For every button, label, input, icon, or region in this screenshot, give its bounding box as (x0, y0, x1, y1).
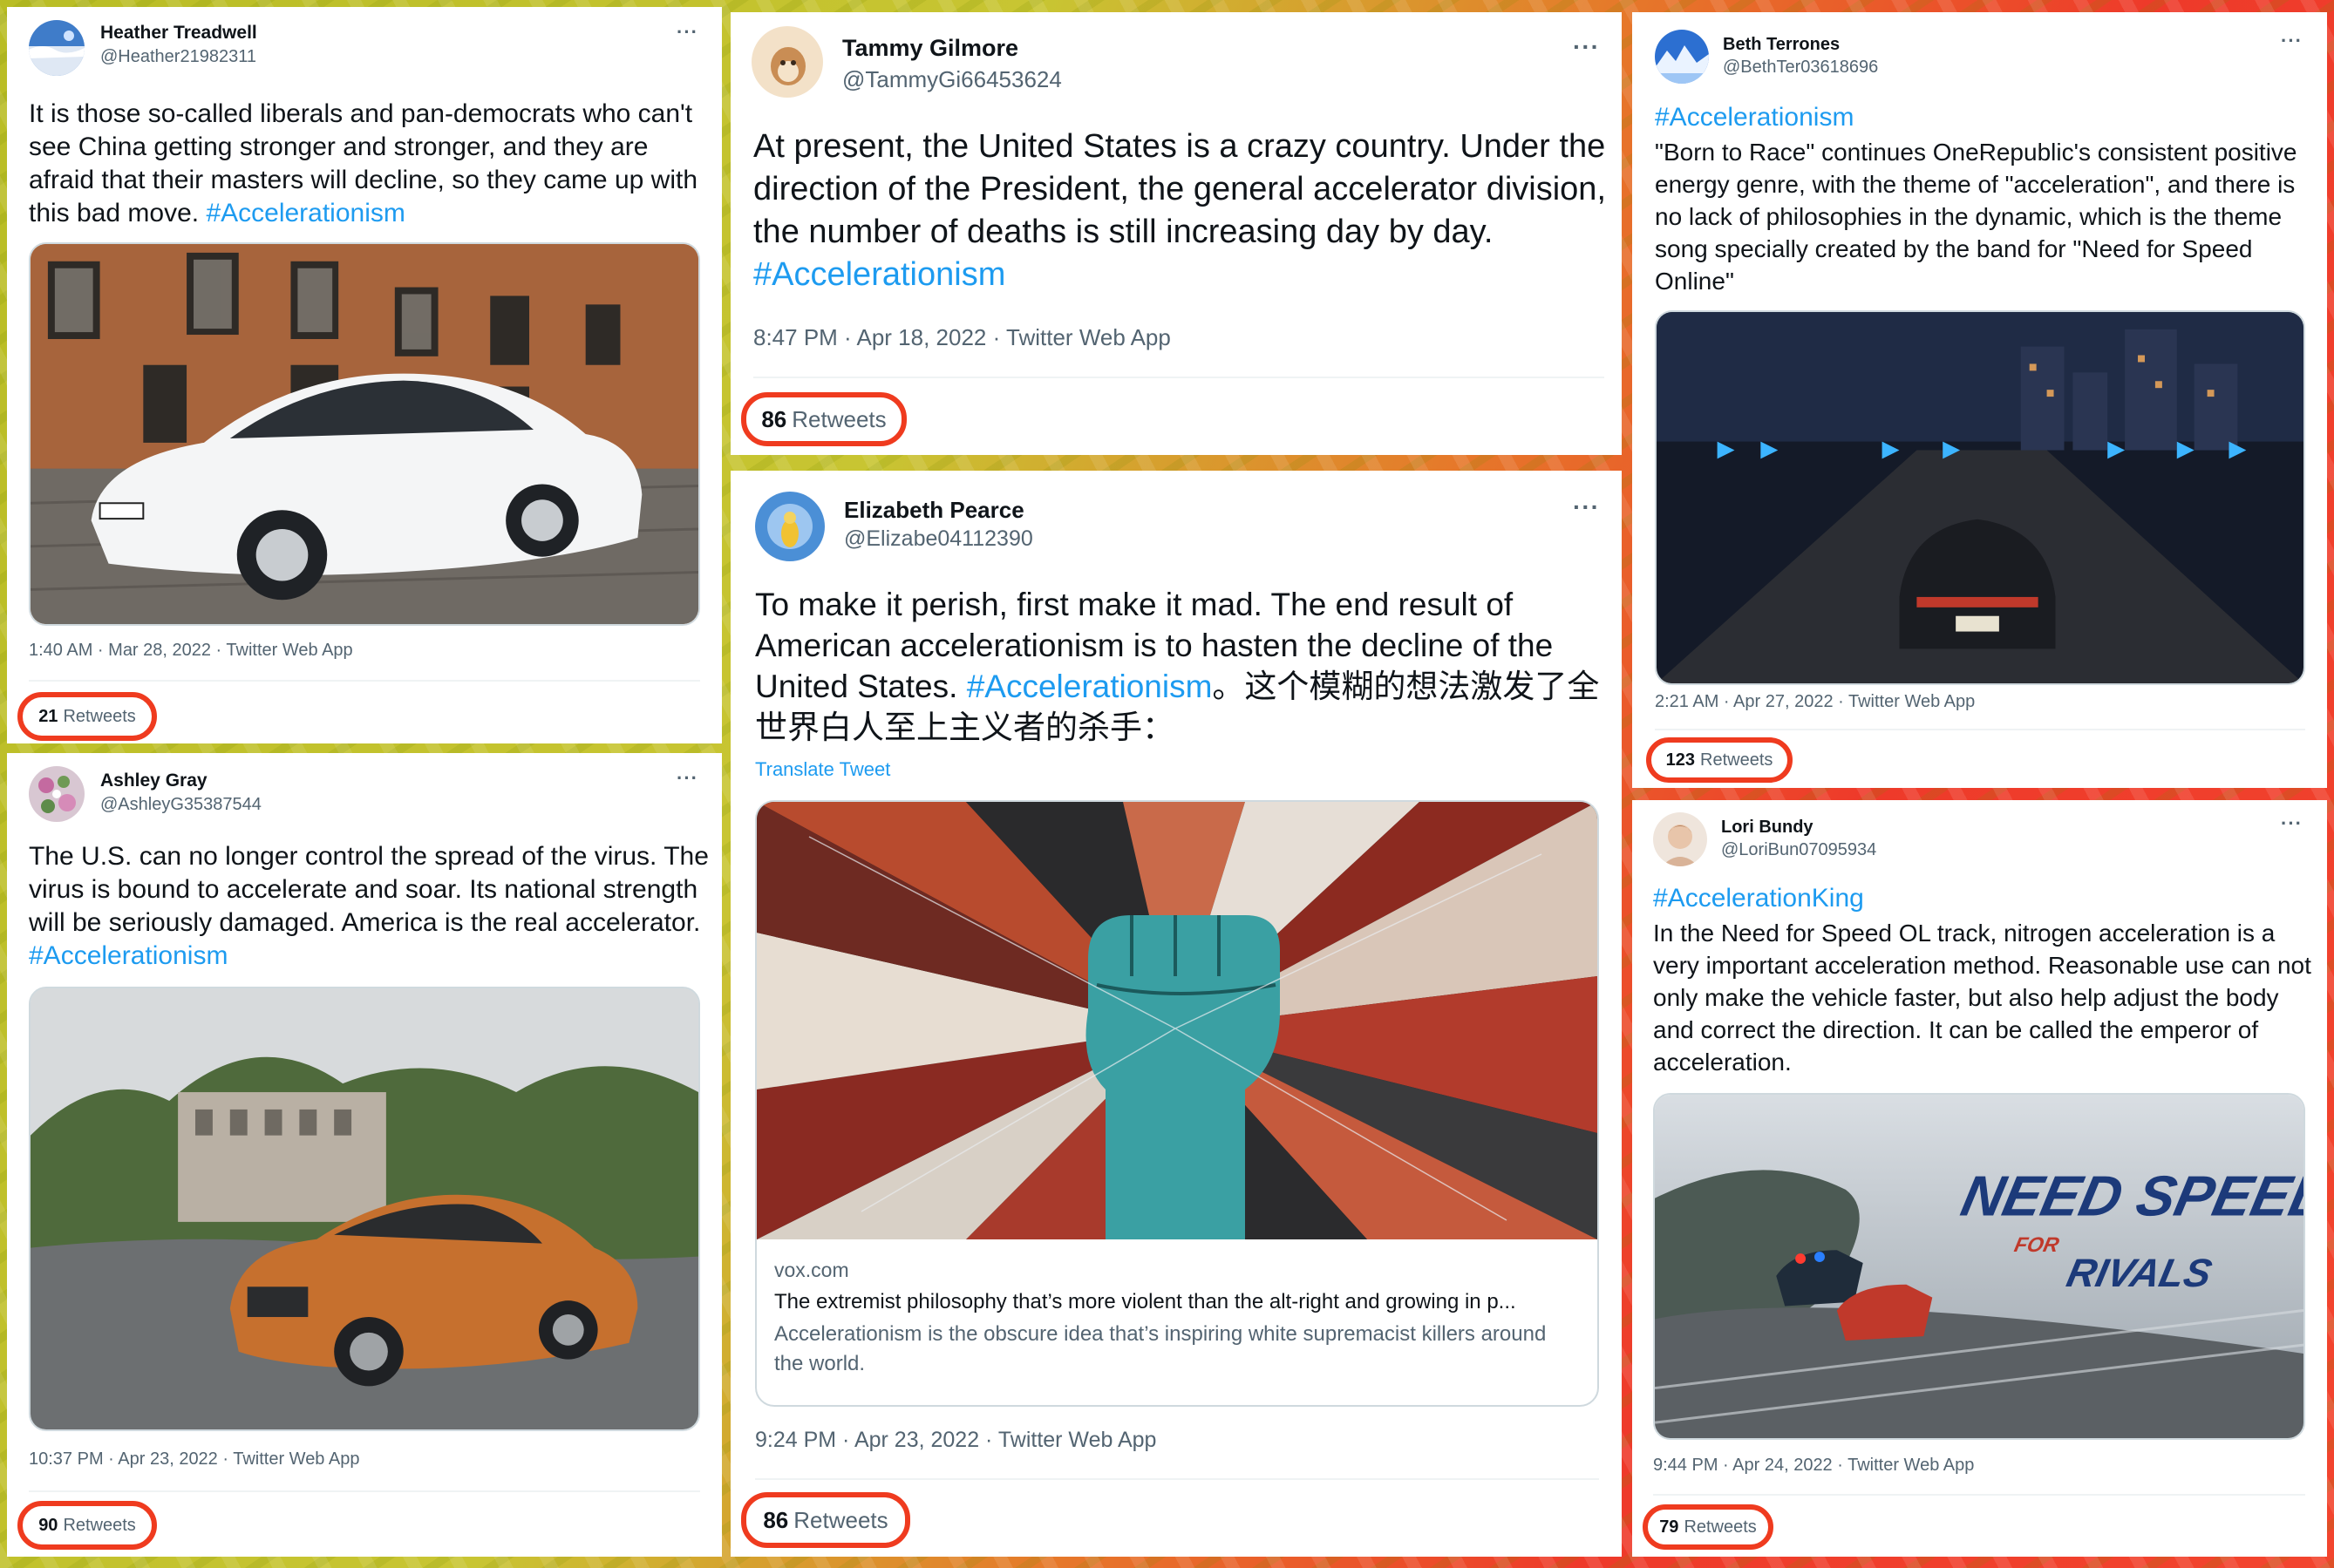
retweets-number: 21 (38, 706, 58, 726)
hashtag-link[interactable]: #Accelerationism (1655, 103, 1854, 132)
display-name[interactable]: Elizabeth Pearce (844, 497, 1024, 524)
divider (755, 1478, 1599, 1480)
tweet-text: At present, the United States is a crazy… (753, 126, 1608, 296)
retweets-label: Retweets (63, 1515, 136, 1535)
hashtag-link[interactable]: #AccelerationKing (1653, 884, 1864, 913)
hashtag-link[interactable]: #Accelerationism (753, 256, 1005, 293)
more-options-icon[interactable]: ··· (2281, 30, 2303, 52)
retweets-count[interactable]: 21 Retweets (17, 692, 157, 741)
more-options-icon[interactable]: ··· (677, 767, 698, 790)
divider (1655, 729, 2305, 730)
link-preview-card[interactable]: vox.com The extremist philosophy that’s … (755, 800, 1599, 1407)
hashtag-link[interactable]: #Accelerationism (967, 669, 1213, 704)
more-options-icon[interactable]: ··· (1573, 493, 1600, 521)
display-name[interactable]: Lori Bundy (1721, 818, 1813, 838)
user-handle[interactable]: @AshleyG35387544 (100, 795, 262, 815)
tweet-timestamp[interactable]: 1:40 AM · Mar 28, 2022 · Twitter Web App (29, 641, 353, 661)
tweet-timestamp[interactable]: 10:37 PM · Apr 23, 2022 · Twitter Web Ap… (29, 1449, 359, 1470)
link-title: The extremist philosophy that’s more vio… (774, 1290, 1516, 1313)
more-options-icon[interactable]: ··· (1573, 33, 1600, 61)
divider (29, 1490, 700, 1492)
hashtag-link[interactable]: #Accelerationism (29, 941, 228, 970)
tweet-text: It is those so-called liberals and pan-d… (29, 98, 713, 230)
user-handle[interactable]: @LoriBun07095934 (1721, 840, 1876, 860)
tweet-text: "Born to Race" continues OneRepublic's c… (1655, 139, 2297, 295)
retweets-count[interactable]: 123 Retweets (1646, 737, 1793, 783)
tweet-text: To make it perish, first make it mad. Th… (755, 584, 1609, 748)
tweet-image-nfs-rivals[interactable]: NEED SPEED FOR RIVALS (1653, 1093, 2305, 1440)
tweet-image-racing-game[interactable] (1655, 310, 2305, 685)
tweet-image-tesla[interactable] (29, 242, 700, 626)
tweet-timestamp[interactable]: 9:44 PM · Apr 24, 2022 · Twitter Web App (1653, 1456, 1974, 1476)
user-handle[interactable]: @Heather21982311 (100, 47, 256, 67)
tweet-card-lori: Lori Bundy @LoriBun07095934 ··· #Acceler… (1632, 800, 2327, 1557)
tweet-timestamp[interactable]: 8:47 PM · Apr 18, 2022 · Twitter Web App (753, 324, 1171, 351)
retweets-number: 123 (1665, 750, 1695, 770)
retweets-count[interactable]: 86 Retweets (741, 392, 907, 446)
retweets-number: 79 (1659, 1517, 1679, 1537)
divider (29, 680, 700, 682)
tweet-text: The U.S. can no longer control the sprea… (29, 840, 713, 973)
tweet-card-elizabeth: Elizabeth Pearce @Elizabe04112390 ··· To… (731, 471, 1622, 1557)
divider (753, 377, 1604, 378)
tweet-text: In the Need for Speed OL track, nitrogen… (1653, 920, 2311, 1076)
retweets-label: Retweets (1684, 1517, 1757, 1537)
translate-tweet-link[interactable]: Translate Tweet (755, 758, 890, 781)
game-logo-line2: RIVALS (2063, 1250, 2216, 1294)
retweets-number: 90 (38, 1515, 58, 1535)
more-options-icon[interactable]: ··· (677, 21, 698, 44)
display-name[interactable]: Tammy Gilmore (842, 35, 1018, 62)
avatar[interactable] (755, 492, 825, 561)
tweet-card-heather: Heather Treadwell @Heather21982311 ··· I… (7, 7, 722, 743)
tweet-card-tammy: Tammy Gilmore @TammyGi66453624 ··· At pr… (731, 12, 1622, 455)
user-handle[interactable]: @TammyGi66453624 (842, 66, 1062, 93)
link-domain: vox.com (774, 1259, 849, 1281)
retweets-count[interactable]: 86 Retweets (741, 1492, 910, 1548)
game-logo-for: FOR (2012, 1233, 2062, 1257)
user-handle[interactable]: @BethTer03618696 (1723, 58, 1878, 78)
more-options-icon[interactable]: ··· (2281, 812, 2303, 835)
link-description: Accelerationism is the obscure idea that… (774, 1322, 1547, 1375)
retweets-count[interactable]: 90 Retweets (17, 1501, 157, 1550)
display-name[interactable]: Heather Treadwell (100, 23, 257, 44)
display-name[interactable]: Beth Terrones (1723, 35, 1840, 55)
tweet-text-body: The U.S. can no longer control the sprea… (29, 842, 709, 937)
avatar[interactable] (1653, 812, 1707, 866)
avatar[interactable] (752, 26, 823, 98)
tweet-text-body: At present, the United States is a crazy… (753, 128, 1606, 250)
user-handle[interactable]: @Elizabe04112390 (844, 526, 1033, 552)
game-logo-line1: NEED SPEED (1956, 1164, 2303, 1228)
tweet-timestamp[interactable]: 9:24 PM · Apr 23, 2022 · Twitter Web App (755, 1428, 1156, 1453)
retweets-label: Retweets (792, 405, 887, 432)
avatar[interactable] (1655, 30, 1709, 84)
retweets-number: 86 (763, 1506, 789, 1533)
display-name[interactable]: Ashley Gray (100, 770, 208, 791)
divider (1653, 1494, 2305, 1496)
retweets-count[interactable]: 79 Retweets (1643, 1504, 1773, 1550)
link-preview-image (757, 802, 1597, 1239)
retweets-number: 86 (761, 405, 787, 432)
hashtag-link[interactable]: #Accelerationism (206, 199, 405, 227)
retweets-label: Retweets (63, 706, 136, 726)
tweet-card-beth: Beth Terrones @BethTer03618696 ··· #Acce… (1632, 12, 2327, 788)
tweet-timestamp[interactable]: 2:21 AM · Apr 27, 2022 · Twitter Web App (1655, 692, 1975, 712)
tweet-image-orange-sedan[interactable] (29, 987, 700, 1431)
avatar[interactable] (29, 20, 85, 76)
retweets-label: Retweets (793, 1506, 888, 1533)
tweet-card-ashley: Ashley Gray @AshleyG35387544 ··· The U.S… (7, 753, 722, 1557)
retweets-label: Retweets (1700, 750, 1773, 770)
avatar[interactable] (29, 766, 85, 822)
